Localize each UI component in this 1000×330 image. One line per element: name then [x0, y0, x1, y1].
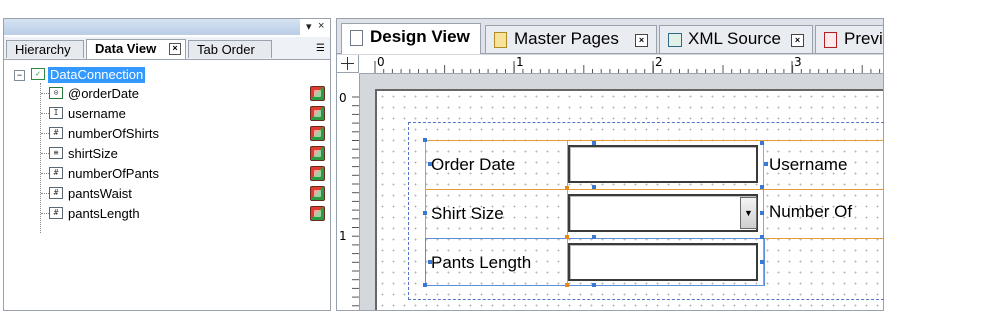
ruler-ticks — [352, 96, 359, 307]
selection-handle[interactable] — [423, 283, 427, 287]
data-view-panel: ▾ × Hierarchy Data View × Tab Order ☰ − … — [3, 18, 331, 311]
selection-handle[interactable] — [760, 185, 764, 189]
horizontal-ruler: 0 1 2 3 — [359, 55, 883, 74]
tab-design-view[interactable]: Design View — [341, 23, 481, 54]
data-tree: − ✓ DataConnection ⊙ @orderDate I userna… — [4, 63, 330, 263]
ruler-corner — [337, 55, 359, 73]
ruler-label: 1 — [516, 55, 524, 69]
tab-preview[interactable]: Previe — [815, 25, 883, 53]
tree-item-shirtsize[interactable]: shirtSize — [68, 146, 118, 162]
selection-handle[interactable] — [592, 141, 596, 145]
binding-icon[interactable] — [310, 206, 325, 221]
tree-connector — [41, 93, 49, 94]
close-icon[interactable]: × — [169, 43, 181, 55]
data-connection-icon: ✓ — [31, 68, 45, 80]
date-field-icon: ⊙ — [49, 87, 63, 99]
binding-icon[interactable] — [310, 126, 325, 141]
close-icon[interactable]: × — [791, 34, 804, 47]
page-icon — [350, 30, 363, 46]
binding-icon[interactable] — [310, 106, 325, 121]
tab-xml-source[interactable]: XML Source × — [659, 25, 813, 53]
ruler-ticks — [374, 61, 881, 73]
shirt-size-dropdown[interactable]: ▼ — [568, 194, 758, 232]
tab-data-view-label: Data View — [95, 41, 157, 56]
selection-handle[interactable] — [592, 185, 596, 189]
selection-handle[interactable] — [423, 211, 427, 215]
binding-icon[interactable] — [310, 166, 325, 181]
tree-connector — [41, 113, 49, 114]
panel-close-icon[interactable]: × — [318, 20, 324, 32]
chevron-down-icon[interactable]: ▼ — [740, 197, 757, 229]
order-date-field[interactable] — [568, 145, 758, 183]
vertical-ruler: 0 1 — [337, 73, 360, 310]
selection-handle[interactable] — [760, 211, 764, 215]
selection-handle[interactable] — [764, 162, 768, 166]
ruler-label: 1 — [339, 229, 347, 243]
selection-handle[interactable] — [760, 260, 764, 264]
selection-handle[interactable] — [423, 138, 427, 142]
label-order-date: Order Date — [431, 155, 516, 174]
tree-item-numberofshirts[interactable]: numberOfShirts — [68, 126, 159, 142]
tab-preview-label: Previe — [844, 29, 883, 48]
numeric-field-icon: # — [49, 127, 63, 139]
tree-connector — [41, 213, 49, 214]
tree-item-pantslength[interactable]: pantsLength — [68, 206, 140, 222]
xml-icon — [668, 33, 682, 47]
document-tabstrip: Design View Master Pages × XML Source × … — [337, 19, 883, 54]
binding-icon[interactable] — [310, 86, 325, 101]
tab-tab-order[interactable]: Tab Order — [188, 40, 272, 58]
ruler-label: 0 — [339, 91, 347, 105]
tree-connector — [40, 83, 41, 233]
selection-handle[interactable] — [760, 141, 764, 145]
tree-item-numberofpants[interactable]: numberOfPants — [68, 166, 159, 182]
binding-icon[interactable] — [310, 186, 325, 201]
ruler-label: 0 — [377, 55, 385, 69]
label-username: Username — [769, 155, 848, 174]
anchor-handle[interactable] — [565, 186, 569, 190]
selection-handle[interactable] — [428, 162, 432, 166]
numeric-field-icon: # — [49, 187, 63, 199]
selection-handle[interactable] — [592, 283, 596, 287]
selection-handle[interactable] — [428, 260, 432, 264]
selection-handle[interactable] — [592, 235, 596, 239]
binding-icon[interactable] — [310, 146, 325, 161]
anchor-handle[interactable] — [565, 283, 569, 287]
panel-menu-icon[interactable]: ▾ — [306, 20, 312, 33]
tab-master-pages[interactable]: Master Pages × — [485, 25, 657, 53]
tree-item-pantswaist[interactable]: pantsWaist — [68, 186, 132, 202]
tree-item-orderdate[interactable]: @orderDate — [68, 86, 139, 102]
anchor-handle[interactable] — [565, 235, 569, 239]
tab-hierarchy[interactable]: Hierarchy — [6, 40, 84, 58]
label-shirt-size: Shirt Size — [431, 204, 504, 223]
tab-xml-source-label: XML Source — [688, 29, 781, 48]
ruler-label: 3 — [794, 55, 802, 69]
tab-tab-order-label: Tab Order — [197, 42, 255, 57]
tree-root-data-connection[interactable]: DataConnection — [48, 67, 146, 83]
tree-item-username[interactable]: username — [68, 106, 126, 122]
panel-tabstrip: Hierarchy Data View × Tab Order ☰ — [4, 37, 330, 60]
tab-data-view[interactable]: Data View × — [86, 39, 186, 59]
text-field-icon: I — [49, 107, 63, 119]
tree-connector — [41, 193, 49, 194]
panel-options-icon[interactable]: ☰ — [316, 43, 325, 54]
panel-titlebar — [4, 19, 300, 35]
pants-length-field[interactable] — [568, 243, 758, 281]
tab-hierarchy-label: Hierarchy — [15, 42, 71, 57]
pdf-icon — [824, 32, 837, 48]
numeric-field-icon: # — [49, 167, 63, 179]
numeric-field-icon: # — [49, 207, 63, 219]
collapse-icon[interactable]: − — [14, 70, 25, 81]
master-page-icon — [494, 32, 507, 48]
dropdown-field-icon: ≡ — [49, 147, 63, 159]
selection-handle[interactable] — [760, 235, 764, 239]
tree-connector — [41, 173, 49, 174]
ruler-label: 2 — [655, 55, 663, 69]
close-icon[interactable]: × — [635, 34, 648, 47]
label-number-of: Number Of — [769, 202, 853, 221]
label-pants-length: Pants Length — [431, 253, 532, 272]
tab-master-pages-label: Master Pages — [514, 29, 619, 48]
tree-connector — [41, 153, 49, 154]
tree-connector — [41, 133, 49, 134]
tab-design-view-label: Design View — [370, 27, 470, 46]
